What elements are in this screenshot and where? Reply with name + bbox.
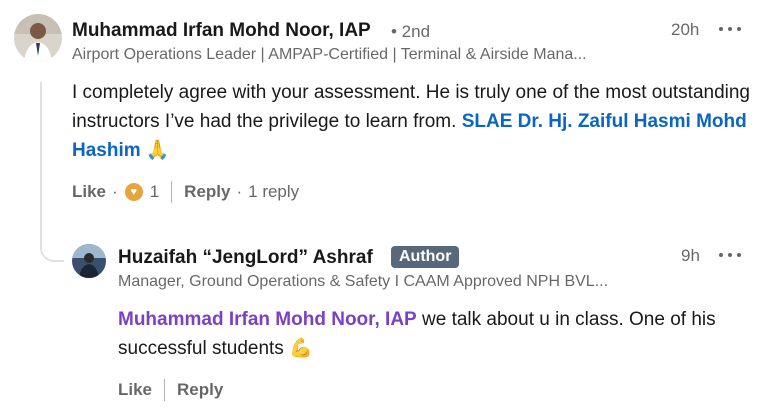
reaction-count[interactable]: 1 xyxy=(150,182,159,202)
reply-like-button[interactable]: Like xyxy=(118,380,152,400)
flexed-biceps-emoji: 💪 xyxy=(289,338,313,359)
heart-reaction-icon[interactable]: ♥ xyxy=(123,182,144,202)
thread-connector xyxy=(40,240,64,262)
comment-actions: Like · ♥ 1 Reply · 1 reply xyxy=(72,179,299,205)
more-horizontal-icon[interactable] xyxy=(719,22,741,36)
like-button[interactable]: Like xyxy=(72,182,106,202)
reply-button[interactable]: Reply xyxy=(184,182,230,202)
folded-hands-emoji: 🙏 xyxy=(145,140,170,161)
comment-body: I completely agree with your assessment.… xyxy=(72,78,752,165)
more-horizontal-icon[interactable] xyxy=(719,248,741,262)
reply-mention-link[interactable]: Muhammad Irfan Mohd Noor, IAP xyxy=(118,309,417,330)
reply-author-name[interactable]: Huzaifah “JengLord” Ashraf xyxy=(118,247,373,269)
divider xyxy=(171,181,173,203)
comment-author-headline: Airport Operations Leader | AMPAP-Certif… xyxy=(72,46,587,63)
separator-dot: · xyxy=(236,182,243,201)
comment-timestamp: 20h xyxy=(671,20,700,39)
reply-avatar[interactable] xyxy=(72,244,106,278)
reply-timestamp: 9h xyxy=(681,246,700,265)
avatar[interactable] xyxy=(14,14,62,62)
author-badge: Author xyxy=(391,246,460,268)
reply-reply-button[interactable]: Reply xyxy=(177,380,223,400)
separator-dot: · xyxy=(112,182,118,201)
comment-author-name[interactable]: Muhammad Irfan Mohd Noor, IAP xyxy=(72,20,371,42)
divider xyxy=(164,379,166,401)
reply-body: Muhammad Irfan Mohd Noor, IAP we talk ab… xyxy=(118,305,758,363)
reply-count[interactable]: 1 reply xyxy=(248,182,299,202)
reply-author-headline: Manager, Ground Operations & Safety I CA… xyxy=(118,273,609,290)
connection-degree: • 2nd xyxy=(391,22,431,41)
reply-actions: Like Reply xyxy=(118,377,223,403)
thread-line xyxy=(40,82,42,250)
